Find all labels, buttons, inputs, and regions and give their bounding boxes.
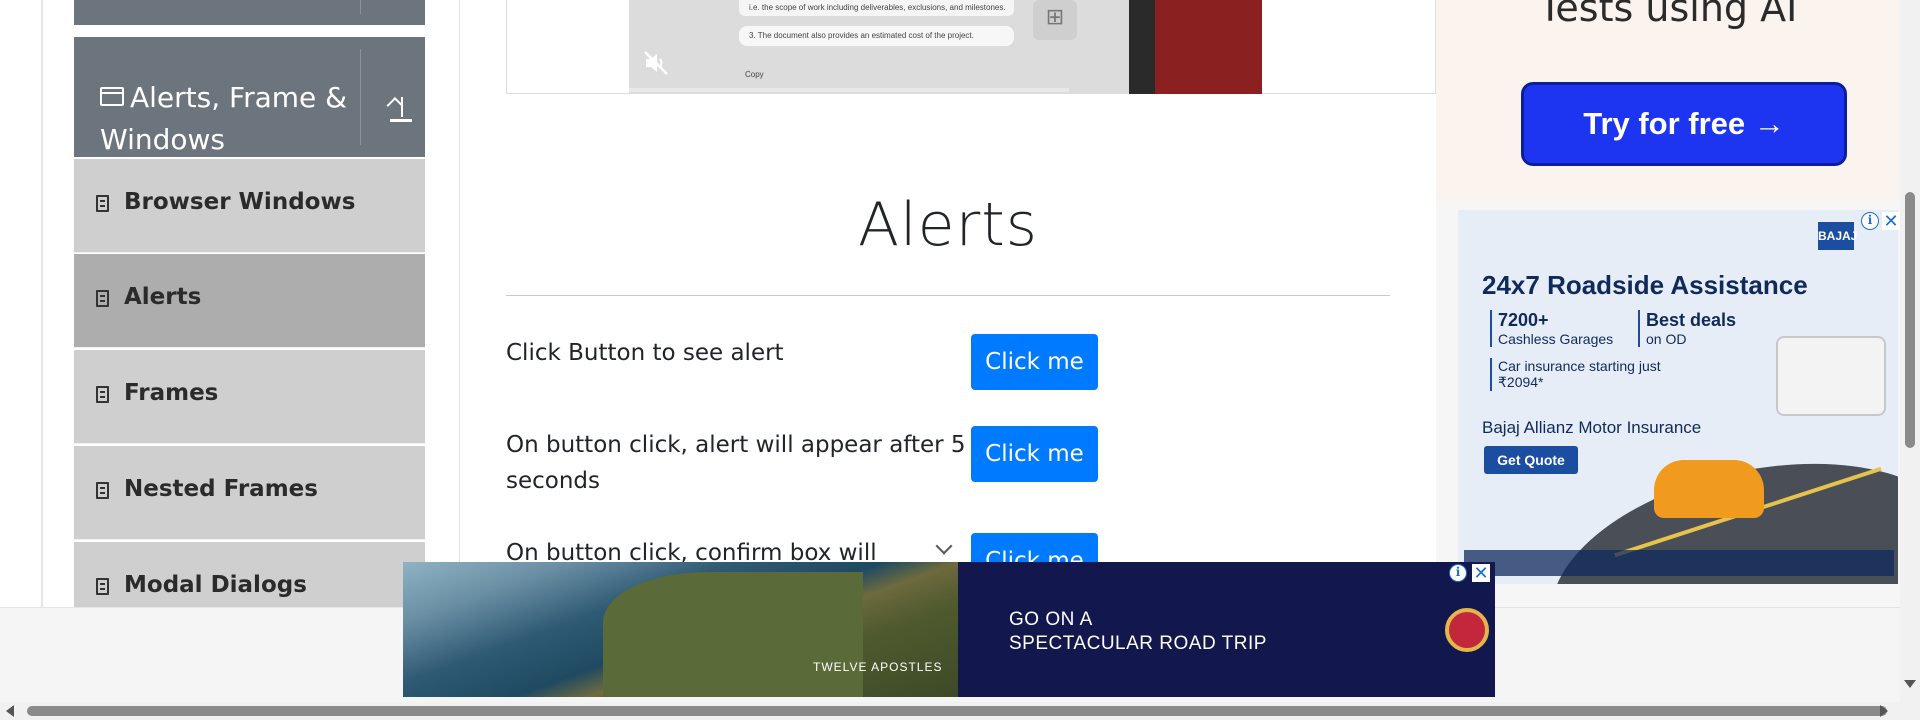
sidebar-item-alerts[interactable]: Alerts (74, 254, 425, 348)
sidebar-item-frames[interactable]: Frames (74, 350, 425, 444)
timer-alert-row-label: On button click, alert will appear after… (506, 432, 966, 494)
document-icon (96, 290, 109, 307)
group-title-text: Alerts, Frame & Windows (100, 81, 348, 156)
tow-truck-illustration (1776, 336, 1886, 416)
ad-fineprint (1464, 550, 1894, 576)
ad-stat-label: Cashless Garages (1498, 331, 1614, 347)
left-border (41, 0, 43, 607)
divider (360, 49, 361, 145)
heading-divider (506, 295, 1390, 296)
sidebar-item-label: Modal Dialogs (124, 572, 307, 598)
horizontal-scrollbar[interactable] (0, 702, 1920, 720)
video-doc-card: 3. The document also provides an estimat… (739, 26, 1014, 46)
ad-stat-deals: Best deals on OD (1638, 310, 1736, 347)
page: Alerts, Frame & Windows Browser Windows … (0, 0, 1920, 720)
sidebar-item-label: Nested Frames (124, 476, 318, 502)
vertical-scrollbar[interactable] (1900, 0, 1920, 702)
document-icon (96, 386, 109, 403)
vertical-scrollbar-thumb[interactable] (1905, 192, 1915, 448)
ad-brand: Bajaj Allianz Motor Insurance (1482, 418, 1702, 437)
document-icon (96, 578, 109, 595)
ad-info-icon[interactable]: i (1449, 564, 1467, 582)
ad-headline-line: SPECTACULAR ROAD TRIP (1009, 633, 1267, 654)
ad-stat-label: on OD (1646, 331, 1687, 347)
document-icon (96, 195, 109, 212)
ad-stat-garages: 7200+ Cashless Garages (1490, 310, 1613, 347)
video-doc-line: i.e. the scope of work including deliver… (749, 3, 1006, 12)
muted-speaker-svg (644, 51, 668, 75)
divider (360, 0, 361, 14)
ad-stat-value: 7200+ (1498, 310, 1549, 330)
car-illustration (1654, 460, 1764, 518)
ad-headline-line: GO ON A (1009, 609, 1093, 630)
document-icon (96, 482, 109, 499)
flower-logo (1445, 608, 1489, 652)
try-for-free-button[interactable]: Try for free → (1521, 82, 1847, 166)
photo-caption: TWELVE APOSTLES (813, 660, 943, 674)
page-title: Alerts (857, 190, 1039, 260)
window-icon (100, 86, 124, 106)
grid-icon[interactable]: ⊞ (1033, 0, 1077, 40)
scroll-right-icon[interactable] (1880, 705, 1888, 717)
sidebar-item-label: Frames (124, 380, 219, 406)
alert-button[interactable]: Click me (971, 334, 1098, 390)
chevron-down-icon[interactable] (935, 540, 955, 560)
ad-close-icon[interactable]: ✕ (1472, 564, 1490, 582)
muted-speaker-icon[interactable] (643, 50, 671, 78)
sidebar-divider (459, 0, 460, 607)
bajaj-logo: BAJAJ (1818, 222, 1857, 250)
sidebar-item-label: Alerts (124, 284, 202, 310)
video-dark-strip (1129, 0, 1155, 94)
road-trip-ad[interactable]: TWELVE APOSTLES GO ON A SPECTACULAR ROAD… (403, 562, 1495, 697)
cliff-illustration (603, 572, 863, 697)
ad-headline: 24x7 Roadside Assistance (1482, 270, 1808, 300)
ad-title: Tests using AI (1538, 0, 1798, 30)
video-player[interactable]: i.e. the scope of work including deliver… (629, 0, 1262, 94)
scroll-down-icon[interactable] (1904, 680, 1916, 688)
group-title: Alerts, Frame & Windows (100, 77, 350, 161)
ad-close-icon[interactable]: ✕ (1882, 212, 1900, 230)
previous-group-header[interactable] (74, 0, 425, 25)
video-doc-line: 3. The document also provides an estimat… (749, 31, 974, 40)
bajaj-insurance-ad[interactable]: BAJAJ 24x7 Roadside Assistance 7200+ Cas… (1458, 210, 1898, 584)
sidebar-item-nested-frames[interactable]: Nested Frames (74, 446, 425, 540)
video-doc-card: i.e. the scope of work including deliver… (739, 0, 1014, 16)
sidebar-item-label: Browser Windows (124, 189, 356, 215)
ad-stat-value: Best deals (1646, 310, 1737, 330)
arrow-up-bar (390, 119, 412, 122)
alert-row-label: Click Button to see alert (506, 340, 784, 366)
get-quote-button[interactable]: Get Quote (1484, 446, 1578, 474)
video-progress-bar[interactable] (629, 88, 1069, 92)
collapse-button[interactable] (374, 87, 420, 127)
arrow-up-icon (401, 97, 403, 117)
sidebar-item-browser-windows[interactable]: Browser Windows (74, 159, 425, 253)
scroll-left-icon[interactable] (6, 705, 14, 717)
horizontal-scrollbar-thumb[interactable] (27, 706, 1887, 716)
ad-info-icon[interactable]: i (1861, 212, 1879, 230)
ad-car-insurance-price: Car insurance starting just ₹2094* (1490, 358, 1670, 391)
group-header-alerts-frame-windows[interactable]: Alerts, Frame & Windows (74, 37, 425, 157)
video-copy-label: Copy (745, 70, 764, 79)
ai-testing-ad[interactable]: Tests using AI Try for free → (1437, 0, 1899, 200)
ad-headline: GO ON A SPECTACULAR ROAD TRIP (1009, 608, 1267, 656)
timer-alert-button[interactable]: Click me (971, 426, 1098, 482)
